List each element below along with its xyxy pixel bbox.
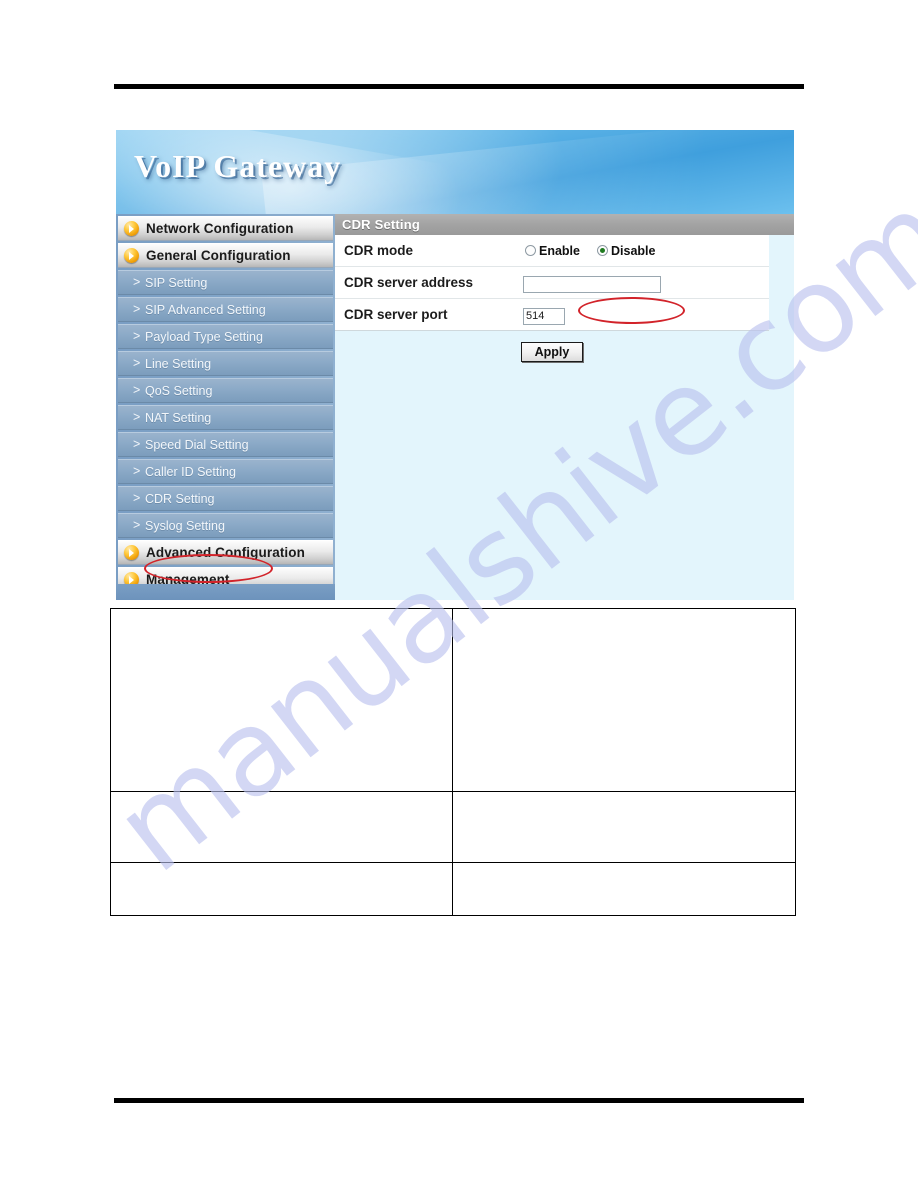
- sidebar-item-sip-setting[interactable]: > SIP Setting: [118, 270, 333, 295]
- apply-button[interactable]: Apply: [521, 342, 583, 362]
- cdr-server-port-label: CDR server port: [344, 307, 448, 322]
- chevron-right-icon: >: [133, 518, 141, 533]
- orange-arrow-icon: [124, 545, 139, 560]
- sidebar-item-network-configuration[interactable]: Network Configuration: [118, 216, 333, 241]
- form-row-cdr-mode: CDR mode Enable Disable: [335, 235, 769, 267]
- description-table: [110, 608, 796, 916]
- sidebar-item-advanced-configuration[interactable]: Advanced Configuration: [118, 540, 333, 565]
- sidebar-item-label: SIP Setting: [145, 275, 208, 290]
- sidebar-item-payload-type-setting[interactable]: > Payload Type Setting: [118, 324, 333, 349]
- sidebar-item-label: Payload Type Setting: [145, 329, 263, 344]
- sidebar-item-qos-setting[interactable]: > QoS Setting: [118, 378, 333, 403]
- chevron-right-icon: >: [133, 491, 141, 506]
- sidebar-item-line-setting[interactable]: > Line Setting: [118, 351, 333, 376]
- app-title: VoIP Gateway: [134, 148, 342, 184]
- table-cell: [452, 791, 796, 863]
- panel-header: CDR Setting: [335, 214, 794, 235]
- page-rule-top: [114, 84, 804, 89]
- app-shell: Network Configuration General Configurat…: [116, 214, 794, 600]
- page-rule-bottom: [114, 1098, 804, 1103]
- radio-enable-icon[interactable]: [525, 245, 536, 256]
- table-cell: [110, 862, 453, 916]
- voip-gateway-screenshot: VoIP Gateway Network Configuration Gener…: [116, 130, 794, 600]
- sidebar-item-label: SIP Advanced Setting: [145, 302, 266, 317]
- table-cell: [110, 791, 453, 863]
- orange-arrow-icon: [124, 248, 139, 263]
- sidebar-item-caller-id-setting[interactable]: > Caller ID Setting: [118, 459, 333, 484]
- form-row-cdr-server-port: CDR server port: [335, 299, 769, 330]
- radio-disable-icon[interactable]: [597, 245, 608, 256]
- sidebar-item-nat-setting[interactable]: > NAT Setting: [118, 405, 333, 430]
- sidebar-item-label: Syslog Setting: [145, 518, 225, 533]
- table-row: [110, 862, 796, 916]
- table-row: [110, 608, 796, 792]
- sidebar-item-general-configuration[interactable]: General Configuration: [118, 243, 333, 268]
- main-content: CDR Setting CDR mode Enable Disable CDR …: [335, 214, 794, 600]
- sidebar-nav: Network Configuration General Configurat…: [116, 214, 335, 600]
- sidebar-item-label: Caller ID Setting: [145, 464, 237, 479]
- radio-option-disable[interactable]: Disable: [597, 244, 655, 258]
- cdr-mode-label: CDR mode: [344, 243, 414, 258]
- table-cell: [452, 862, 796, 916]
- cdr-server-port-input[interactable]: [523, 307, 565, 325]
- cdr-server-address-label: CDR server address: [344, 275, 474, 290]
- cdr-settings-form: CDR mode Enable Disable CDR server addre…: [335, 235, 769, 331]
- cdr-mode-radio-group: Enable Disable: [525, 244, 655, 258]
- sidebar-item-syslog-setting[interactable]: > Syslog Setting: [118, 513, 333, 538]
- chevron-right-icon: >: [133, 275, 141, 290]
- sidebar-item-label: General Configuration: [146, 248, 291, 263]
- sidebar-item-label: Advanced Configuration: [146, 545, 305, 560]
- sidebar-item-label: QoS Setting: [145, 383, 213, 398]
- table-row: [110, 791, 796, 863]
- page-title: CDR Setting: [342, 217, 421, 232]
- sidebar-item-label: Line Setting: [145, 356, 212, 371]
- chevron-right-icon: >: [133, 329, 141, 344]
- chevron-right-icon: >: [133, 437, 141, 452]
- chevron-right-icon: >: [133, 302, 141, 317]
- chevron-right-icon: >: [133, 356, 141, 371]
- apply-button-row: Apply: [335, 331, 769, 373]
- orange-arrow-icon: [124, 221, 139, 236]
- sidebar-item-label: NAT Setting: [145, 410, 212, 425]
- chevron-right-icon: >: [133, 410, 141, 425]
- sidebar-item-label: Network Configuration: [146, 221, 294, 236]
- radio-option-enable[interactable]: Enable: [525, 244, 580, 258]
- sidebar-item-sip-advanced-setting[interactable]: > SIP Advanced Setting: [118, 297, 333, 322]
- chevron-right-icon: >: [133, 383, 141, 398]
- chevron-right-icon: >: [133, 464, 141, 479]
- table-cell: [110, 608, 453, 792]
- sidebar-footer-strip: [116, 584, 335, 600]
- sidebar-item-cdr-setting[interactable]: > CDR Setting: [118, 486, 333, 511]
- table-cell: [452, 608, 796, 792]
- sidebar-item-speed-dial-setting[interactable]: > Speed Dial Setting: [118, 432, 333, 457]
- radio-disable-label: Disable: [611, 243, 656, 258]
- form-row-cdr-server-address: CDR server address: [335, 267, 769, 299]
- app-banner: VoIP Gateway: [116, 130, 794, 214]
- radio-enable-label: Enable: [539, 243, 580, 258]
- cdr-server-address-input[interactable]: [523, 275, 661, 293]
- sidebar-item-label: CDR Setting: [145, 491, 215, 506]
- sidebar-item-label: Speed Dial Setting: [145, 437, 249, 452]
